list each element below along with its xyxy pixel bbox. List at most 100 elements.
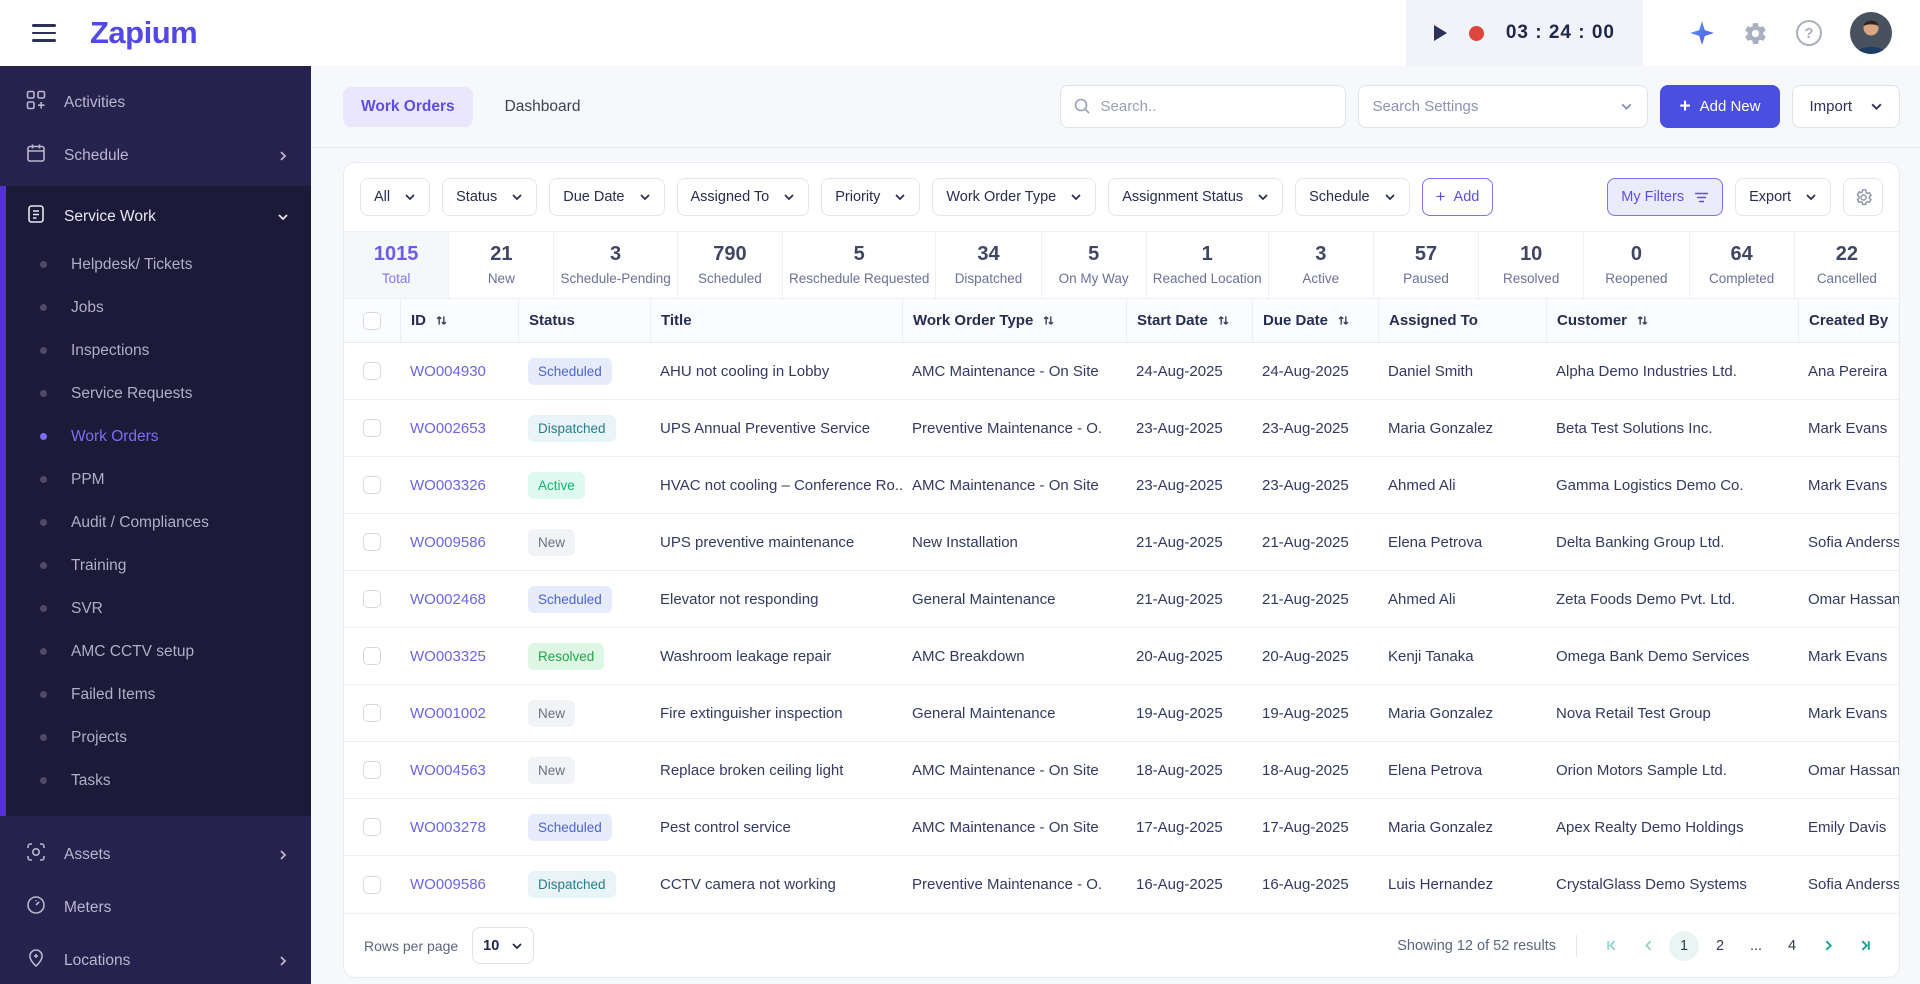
column-header[interactable]: Due Date (1252, 299, 1378, 342)
sort-icon[interactable] (1636, 314, 1649, 327)
add-new-button[interactable]: + Add New (1659, 85, 1781, 128)
status-stat[interactable]: 64 Completed (1690, 232, 1795, 298)
status-stat[interactable]: 21 New (449, 232, 555, 298)
table-row[interactable]: WO002653 Dispatched UPS Annual Preventiv… (344, 400, 1899, 457)
row-checkbox[interactable] (363, 704, 381, 722)
filter-dropdown[interactable]: All (360, 178, 431, 216)
work-order-id-link[interactable]: WO009586 (400, 856, 518, 913)
my-filters-button[interactable]: My Filters (1607, 178, 1724, 216)
table-row[interactable]: WO003325 Resolved Washroom leakage repai… (344, 628, 1899, 685)
sidebar-subitem[interactable]: SVR (6, 587, 311, 630)
rows-per-page-select[interactable]: 10 (472, 927, 535, 964)
row-checkbox[interactable] (363, 875, 381, 894)
filter-dropdown[interactable]: Assigned To (676, 178, 810, 216)
sidebar-subitem[interactable]: Work Orders (6, 415, 311, 458)
record-button[interactable] (1468, 25, 1484, 41)
sidebar-item-meters[interactable]: Meters (0, 881, 311, 934)
status-stat[interactable]: 22 Cancelled (1795, 232, 1899, 298)
status-stat[interactable]: 34 Dispatched (936, 232, 1042, 298)
sidebar-item-assets[interactable]: Assets (0, 828, 311, 881)
status-stat[interactable]: 10 Resolved (1479, 232, 1585, 298)
filter-dropdown[interactable]: Schedule (1295, 178, 1410, 216)
status-stat[interactable]: 0 Reopened (1584, 232, 1690, 298)
help-icon[interactable]: ? (1796, 20, 1822, 46)
page-number[interactable]: 4 (1777, 931, 1807, 961)
row-checkbox[interactable] (363, 533, 381, 551)
column-header[interactable]: Work Order Type (902, 299, 1126, 342)
status-stat[interactable]: 57 Paused (1374, 232, 1480, 298)
column-header[interactable]: ID (400, 299, 518, 342)
sidebar-subitem[interactable]: Helpdesk/ Tickets (6, 243, 311, 286)
select-all-checkbox[interactable] (363, 311, 381, 330)
row-checkbox[interactable] (363, 590, 381, 608)
row-checkbox[interactable] (363, 818, 381, 836)
settings-gear-icon[interactable] (1743, 21, 1768, 46)
sidebar-item-locations[interactable]: Locations (0, 934, 311, 984)
ai-sparkle-icon[interactable] (1689, 20, 1715, 46)
status-stat[interactable]: 5 On My Way (1042, 232, 1147, 298)
row-checkbox[interactable] (363, 647, 381, 665)
tab-work-orders[interactable]: Work Orders (343, 86, 473, 127)
last-page-button[interactable] (1849, 931, 1879, 961)
page-number[interactable]: 2 (1705, 931, 1735, 961)
sidebar-item-service-work[interactable]: Service Work (6, 190, 311, 243)
hamburger-menu-icon[interactable] (26, 18, 62, 48)
work-order-id-link[interactable]: WO004563 (400, 742, 518, 798)
column-header[interactable]: Customer (1546, 299, 1798, 342)
status-stat[interactable]: 3 Active (1269, 232, 1374, 298)
import-button[interactable]: Import (1792, 85, 1900, 128)
row-checkbox[interactable] (363, 362, 381, 380)
table-row[interactable]: WO004563 New Replace broken ceiling ligh… (344, 742, 1899, 799)
work-order-id-link[interactable]: WO002468 (400, 571, 518, 627)
tab-dashboard[interactable]: Dashboard (487, 87, 599, 127)
sidebar-subitem[interactable]: Tasks (6, 759, 311, 802)
table-row[interactable]: WO004930 Scheduled AHU not cooling in Lo… (344, 343, 1899, 400)
status-stat[interactable]: 1015 Total (344, 232, 450, 298)
table-row[interactable]: WO002468 Scheduled Elevator not respondi… (344, 571, 1899, 628)
column-header[interactable]: Created By (1798, 299, 1899, 342)
work-order-id-link[interactable]: WO002653 (400, 400, 518, 456)
status-stat[interactable]: 3 Schedule-Pending (554, 232, 678, 298)
add-filter-button[interactable]: + Add (1421, 178, 1494, 216)
row-checkbox[interactable] (363, 761, 381, 779)
filter-dropdown[interactable]: Assignment Status (1108, 178, 1284, 216)
sort-icon[interactable] (1337, 314, 1350, 327)
sidebar-item-activities[interactable]: Activities (0, 76, 311, 129)
column-header[interactable]: Assigned To (1378, 299, 1546, 342)
work-order-id-link[interactable]: WO003278 (400, 799, 518, 855)
sidebar-subitem[interactable]: PPM (6, 458, 311, 501)
table-row[interactable]: WO009586 Dispatched CCTV camera not work… (344, 856, 1899, 913)
row-checkbox[interactable] (363, 476, 381, 494)
status-stat[interactable]: 5 Reschedule Requested (783, 232, 937, 298)
sidebar-subitem[interactable]: Inspections (6, 329, 311, 372)
page-number[interactable]: ... (1741, 931, 1771, 961)
previous-page-button[interactable] (1633, 931, 1663, 961)
first-page-button[interactable] (1597, 931, 1627, 961)
status-stat[interactable]: 1 Reached Location (1147, 232, 1269, 298)
filter-dropdown[interactable]: Priority (821, 178, 921, 216)
table-settings-button[interactable] (1843, 178, 1883, 216)
column-header[interactable]: Title (650, 299, 902, 342)
work-order-id-link[interactable]: WO003325 (400, 628, 518, 684)
status-stat[interactable]: 790 Scheduled (678, 232, 783, 298)
table-row[interactable]: WO001002 New Fire extinguisher inspectio… (344, 685, 1899, 742)
table-row[interactable]: WO003326 Active HVAC not cooling – Confe… (344, 457, 1899, 514)
filter-dropdown[interactable]: Due Date (549, 178, 665, 216)
sidebar-subitem[interactable]: AMC CCTV setup (6, 630, 311, 673)
page-number[interactable]: 1 (1669, 930, 1699, 961)
work-order-id-link[interactable]: WO001002 (400, 685, 518, 741)
filter-dropdown[interactable]: Work Order Type (932, 178, 1097, 216)
sort-icon[interactable] (1217, 314, 1230, 327)
sort-icon[interactable] (1042, 314, 1055, 327)
column-header[interactable]: Status (518, 299, 650, 342)
table-row[interactable]: WO009586 New UPS preventive maintenance … (344, 514, 1899, 571)
sidebar-subitem[interactable]: Projects (6, 716, 311, 759)
search-settings-select[interactable]: Search Settings (1357, 85, 1648, 128)
row-checkbox[interactable] (363, 419, 381, 437)
play-button[interactable] (1433, 25, 1447, 41)
column-header[interactable]: Start Date (1126, 299, 1252, 342)
filter-dropdown[interactable]: Status (442, 178, 538, 216)
work-order-id-link[interactable]: WO003326 (400, 457, 518, 513)
work-order-id-link[interactable]: WO009586 (400, 514, 518, 570)
sidebar-item-schedule[interactable]: Schedule (0, 129, 311, 182)
